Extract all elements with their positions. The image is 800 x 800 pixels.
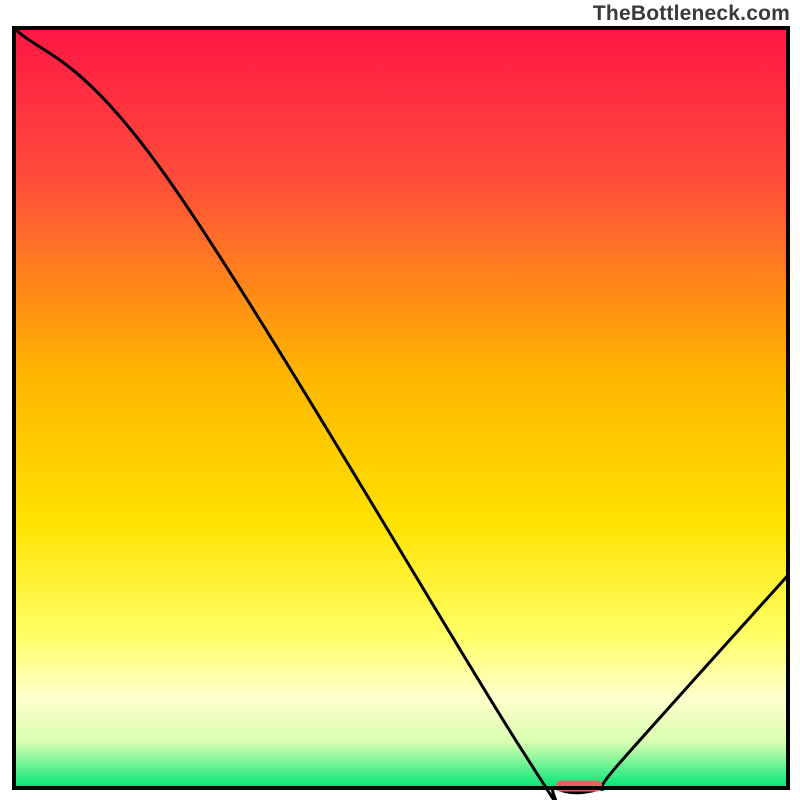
plot-background	[14, 28, 788, 788]
plot-area	[14, 28, 788, 800]
bottleneck-curve-chart	[0, 0, 800, 800]
attribution-text: TheBottleneck.com	[593, 2, 790, 26]
